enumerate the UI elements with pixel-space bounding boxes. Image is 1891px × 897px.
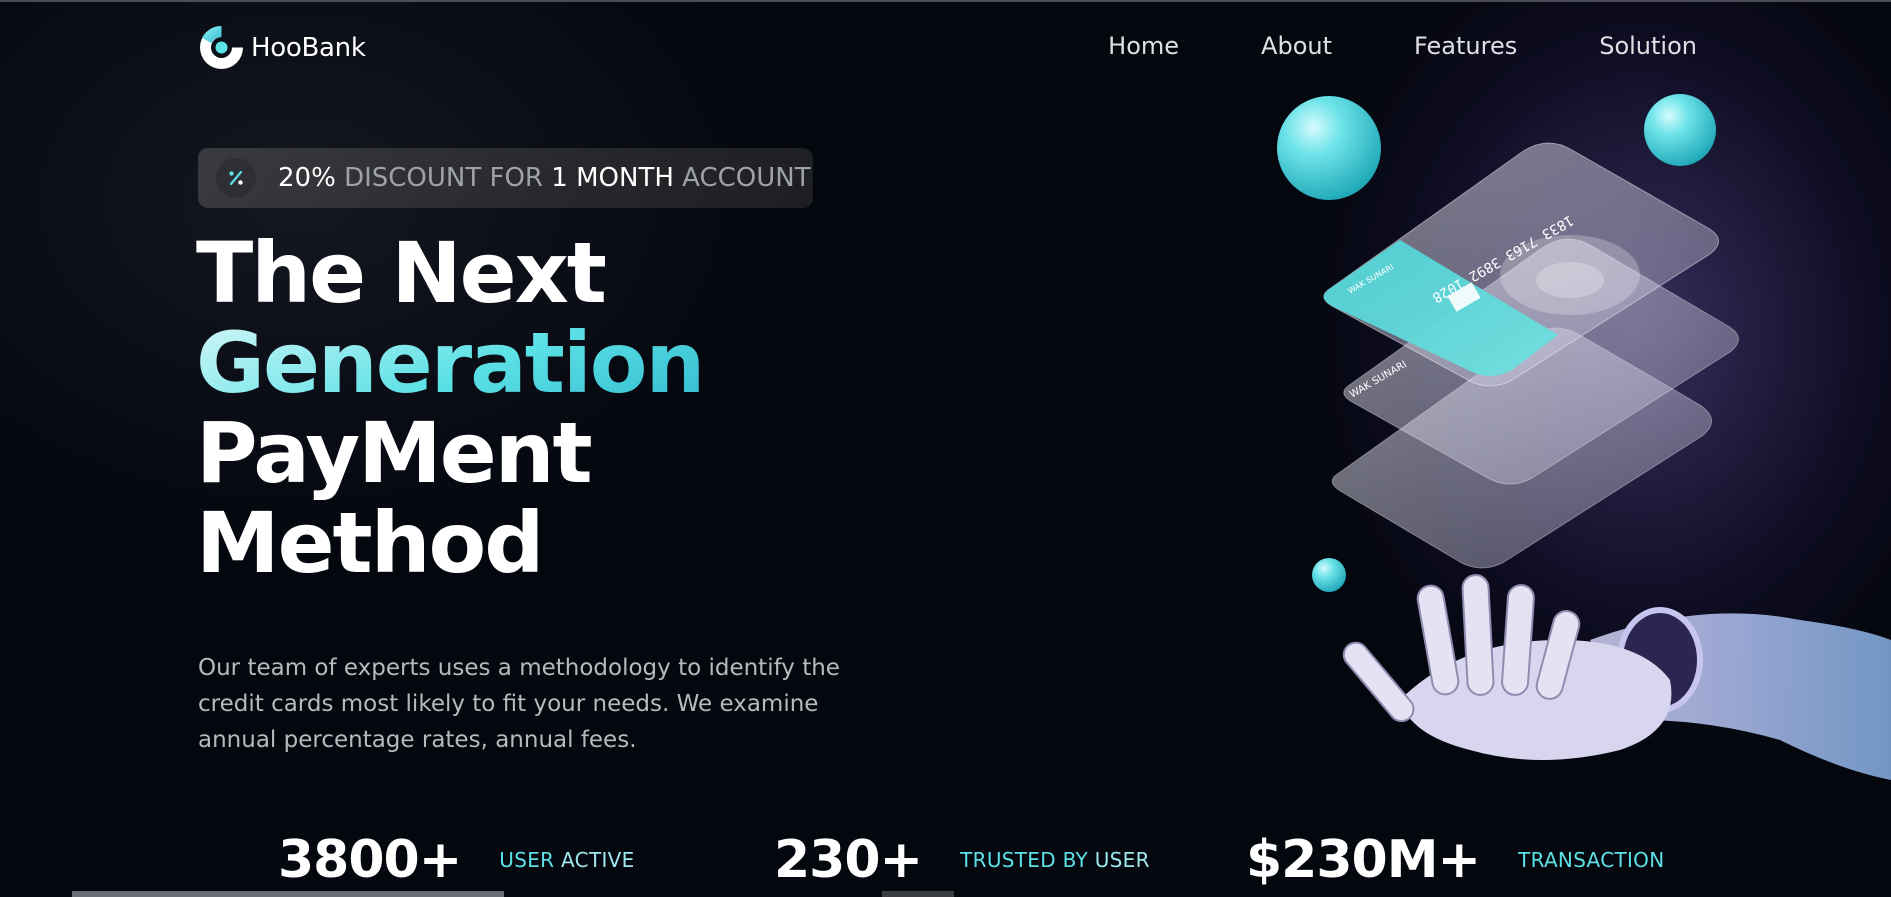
hero-description: Our team of experts uses a methodology t… xyxy=(198,655,840,753)
hero-title: The Next Generation PayMent Method xyxy=(196,224,705,592)
brand-name: HooBank xyxy=(251,32,366,63)
horizontal-scrollbar[interactable] xyxy=(72,891,504,897)
hero-title-line-1: The Next xyxy=(196,224,607,322)
discount-count: 1 xyxy=(551,163,568,193)
stat-trusted: 230+ TRUSTED BY USER xyxy=(774,830,1150,890)
stat-label: TRANSACTION xyxy=(1518,848,1664,872)
stat-label-part-a: TRUSTED BY xyxy=(960,848,1089,872)
discount-account: ACCOUNT xyxy=(682,163,811,193)
stat-label-part-a: USER xyxy=(499,848,555,872)
hero-title-line-2: Generation xyxy=(196,314,705,412)
brand-logo[interactable]: HooBank xyxy=(198,24,366,71)
hero-title-line-3: PayMent xyxy=(196,404,593,502)
hero-page: HooBank Home About Features Solution 20%… xyxy=(0,0,1891,897)
stat-value: 3800+ xyxy=(278,830,462,890)
discount-percent-icon xyxy=(216,158,256,198)
main-nav: Home About Features Solution xyxy=(1026,32,1697,60)
stat-value: 230+ xyxy=(774,830,923,890)
stats-row: 3800+ USER ACTIVE 230+ TRUSTED BY USER $… xyxy=(278,830,1678,897)
hoobank-logo-icon xyxy=(198,24,245,71)
stat-label-part-b: USER xyxy=(1094,848,1150,872)
discount-percent: 20% xyxy=(278,163,336,193)
scroll-thumb[interactable] xyxy=(882,891,954,897)
stat-label: TRUSTED BY USER xyxy=(960,848,1150,872)
nav-features[interactable]: Features xyxy=(1414,32,1517,60)
stat-label-part-a: TRANSACTION xyxy=(1518,848,1665,872)
discount-for: FOR xyxy=(489,163,544,193)
hero-illustration: WAK SUNARI 1833 7163 3892 1028 WAK SUNAR… xyxy=(1240,80,1891,897)
nav-home[interactable]: Home xyxy=(1108,32,1179,60)
stat-value: $230M+ xyxy=(1246,830,1481,890)
stat-label: USER ACTIVE xyxy=(499,848,634,872)
nav-about[interactable]: About xyxy=(1261,32,1332,60)
discount-month: MONTH xyxy=(576,163,674,193)
discount-badge: 20% DISCOUNT FOR 1 MONTH ACCOUNT xyxy=(198,148,813,208)
stat-users: 3800+ USER ACTIVE xyxy=(278,830,635,890)
sphere-top-right xyxy=(1644,94,1716,166)
window-top-border xyxy=(0,0,1891,2)
stat-label-part-b: ACTIVE xyxy=(561,848,635,872)
stat-transaction: $230M+ TRANSACTION xyxy=(1246,830,1664,890)
discount-text: 20% DISCOUNT FOR 1 MONTH ACCOUNT xyxy=(278,163,811,193)
hero-title-line-4: Method xyxy=(196,494,544,592)
nav-solution[interactable]: Solution xyxy=(1599,32,1697,60)
discount-word: DISCOUNT xyxy=(344,163,482,193)
sphere-large xyxy=(1277,96,1381,200)
sphere-small xyxy=(1312,558,1346,592)
